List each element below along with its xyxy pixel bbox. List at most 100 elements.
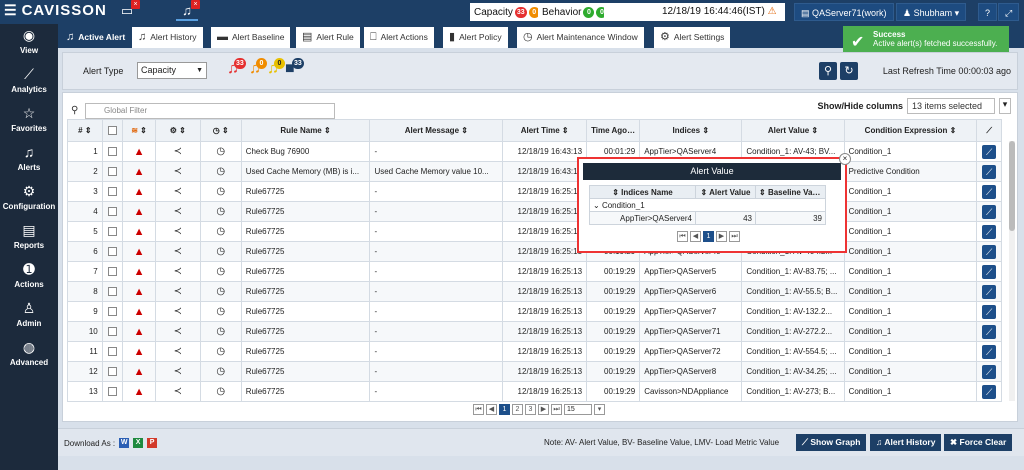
row-checkbox[interactable] [107,267,117,277]
trend-chart-icon[interactable]: ⟋ [982,244,997,259]
vertical-scrollbar[interactable] [1009,141,1015,401]
global-filter-input[interactable]: ⚲ Global Filter [71,103,335,119]
next-page-button[interactable]: ▶ [538,404,549,415]
cell-select[interactable] [101,161,124,182]
table-row[interactable]: 12 ▲ ≺ ◷ Rule67725-12/18/19 16:25:13 00:19:29… [67,361,1002,382]
prev-page-button[interactable]: ◀ [690,231,701,242]
cell-type[interactable]: ≺ [154,141,201,162]
next-page-button[interactable]: ▶ [716,231,727,242]
alert-history-button[interactable]: ♫ Alert History [870,434,942,451]
share-icon[interactable]: ≺ [174,166,182,177]
cell-select[interactable] [101,241,124,262]
chevron-down-icon[interactable]: ▾ [999,98,1011,114]
row-checkbox[interactable] [107,307,117,317]
page-3-button[interactable]: 3 [525,404,536,415]
cell-type[interactable]: ≺ [154,361,201,382]
share-icon[interactable]: ≺ [174,306,182,317]
cell-select[interactable] [101,261,124,282]
tab-alert-settings[interactable]: ⚙ Alert Settings [654,27,731,48]
menu-icon[interactable]: ☰ [4,2,18,18]
table-row[interactable]: 1 ▲ ≺ ◷ Check Bug 76900-12/18/19 16:43:13 00:… [67,141,1002,162]
col-popup-alert-value[interactable]: ⇕ Alert Value [695,185,756,199]
total-bell-icon[interactable]: ■ 33 [285,58,304,80]
sidebar-item-favorites[interactable]: ☆ Favorites [0,102,58,141]
sidebar-item-configuration[interactable]: ⚙ Configuration [0,180,58,219]
share-icon[interactable]: ≺ [174,206,182,217]
row-checkbox[interactable] [107,207,117,217]
cell-trend[interactable]: ⟋ [976,161,1002,182]
col-indices-name[interactable]: ⇕ Indices Name [589,185,696,199]
first-page-button[interactable]: ⏮ [677,231,688,242]
cell-select[interactable] [101,381,124,402]
row-checkbox[interactable] [107,187,117,197]
critical-bell-icon[interactable]: ♫ 33 [227,58,246,80]
trend-chart-icon[interactable]: ⟋ [982,344,997,359]
col-condition-expression[interactable]: Condition Expression ⇕ [843,119,978,142]
cell-type[interactable]: ≺ [154,221,201,242]
alert-type-select[interactable]: Capacity ▼ [137,62,207,79]
table-row[interactable]: 6▲≺◷Rule67725-12/18/19 16:25:1300:19:29A… [67,241,1002,262]
share-icon[interactable]: ≺ [174,326,182,337]
cell-select[interactable] [101,181,124,202]
trend-chart-icon[interactable]: ⟋ [982,284,997,299]
user-button[interactable]: ♟ Shubham ▾ [896,3,967,21]
table-row[interactable]: 11 ▲ ≺ ◷ Rule67725-12/18/19 16:25:13 00:19:29… [67,341,1002,362]
help-button[interactable]: ? [978,3,998,21]
expand-button[interactable]: ⤢ [998,3,1020,21]
tab-alert-baseline[interactable]: ▬ Alert Baseline [211,27,291,48]
page-1-button[interactable]: 1 [703,231,714,242]
row-checkbox[interactable] [107,347,117,357]
trend-chart-icon[interactable]: ⟋ [982,304,997,319]
cell-type[interactable]: ≺ [154,201,201,222]
minor-bell-icon[interactable]: ♫ 0 [267,58,285,80]
excel-icon[interactable]: X [133,438,144,448]
col-number[interactable]: # ⇕ [67,119,103,142]
cell-type[interactable]: ≺ [154,301,201,322]
scroll-thumb[interactable] [1009,141,1015,231]
last-page-button[interactable]: ⏭ [551,404,562,415]
cell-trend[interactable]: ⟋ [976,381,1002,402]
cell-trend[interactable]: ⟋ [976,321,1002,342]
table-row[interactable]: 13 ▲ ≺ ◷ Rule67725-12/18/19 16:25:13 00:19:29… [67,381,1002,402]
cell-select[interactable] [101,281,124,302]
show-hide-columns[interactable]: Show/Hide columns 13 items selected ▾ [817,98,1011,114]
cell-trend[interactable]: ⟋ [976,261,1002,282]
cell-type[interactable]: ≺ [154,161,201,182]
cell-trend[interactable]: ⟋ [976,181,1002,202]
col-select-all[interactable] [101,119,124,142]
row-checkbox[interactable] [107,327,117,337]
share-icon[interactable]: ≺ [174,286,182,297]
cell-alert-value[interactable]: Condition_1: AV-554.5; ... [741,341,845,362]
trend-chart-icon[interactable]: ⟋ [982,384,997,399]
table-row[interactable]: 2 ▲ ≺ ◷ Used Cache Memory (MB) is i... Used C… [67,161,1002,182]
page-1-button[interactable]: 1 [499,404,510,415]
prev-page-button[interactable]: ◀ [486,404,497,415]
table-row[interactable]: 5 ▲ ≺ ◷ Rule67725-12/18/19 16:25:13 Condition… [67,221,1002,242]
page-2-button[interactable]: 2 [512,404,523,415]
cell-type[interactable]: ≺ [154,241,201,262]
tab-active-alert[interactable]: ♫ Active Alert [60,27,132,48]
cell-type[interactable]: ≺ [154,181,201,202]
cell-alert-value[interactable]: Condition_1: AV-34.25; ... [741,361,845,382]
cell-trend[interactable]: ⟋ [976,281,1002,302]
share-icon[interactable]: ≺ [174,266,182,277]
trend-chart-icon[interactable]: ⟋ [982,264,997,279]
table-row[interactable]: 3 ▲ ≺ ◷ Rule67725-12/18/19 16:25:13 Condition… [67,181,1002,202]
pdf-icon[interactable]: P [147,438,158,448]
force-clear-button[interactable]: ✖ Force Clear [944,434,1013,451]
first-page-button[interactable]: ⏮ [473,404,484,415]
signal-icon[interactable]: ⚠ [768,6,777,17]
tab-alert-policy[interactable]: ▮ Alert Policy [443,27,508,48]
cell-select[interactable] [101,141,124,162]
cell-trend[interactable]: ⟋ [976,221,1002,242]
sidebar-item-view[interactable]: ◉ View [0,24,58,63]
share-icon[interactable]: ≺ [174,386,182,397]
close-icon[interactable]: × [839,153,851,165]
cell-alert-value[interactable]: Condition_1: AV-132.2... [741,301,845,322]
row-checkbox[interactable] [107,287,117,297]
sidebar-item-reports[interactable]: ▤ Reports [0,219,58,258]
cell-trend[interactable]: ⟋ [976,241,1002,262]
row-checkbox[interactable] [107,247,117,257]
table-row[interactable]: 10 ▲ ≺ ◷ Rule67725-12/18/19 16:25:13 00:19:29… [67,321,1002,342]
cell-trend[interactable]: ⟋ [976,201,1002,222]
